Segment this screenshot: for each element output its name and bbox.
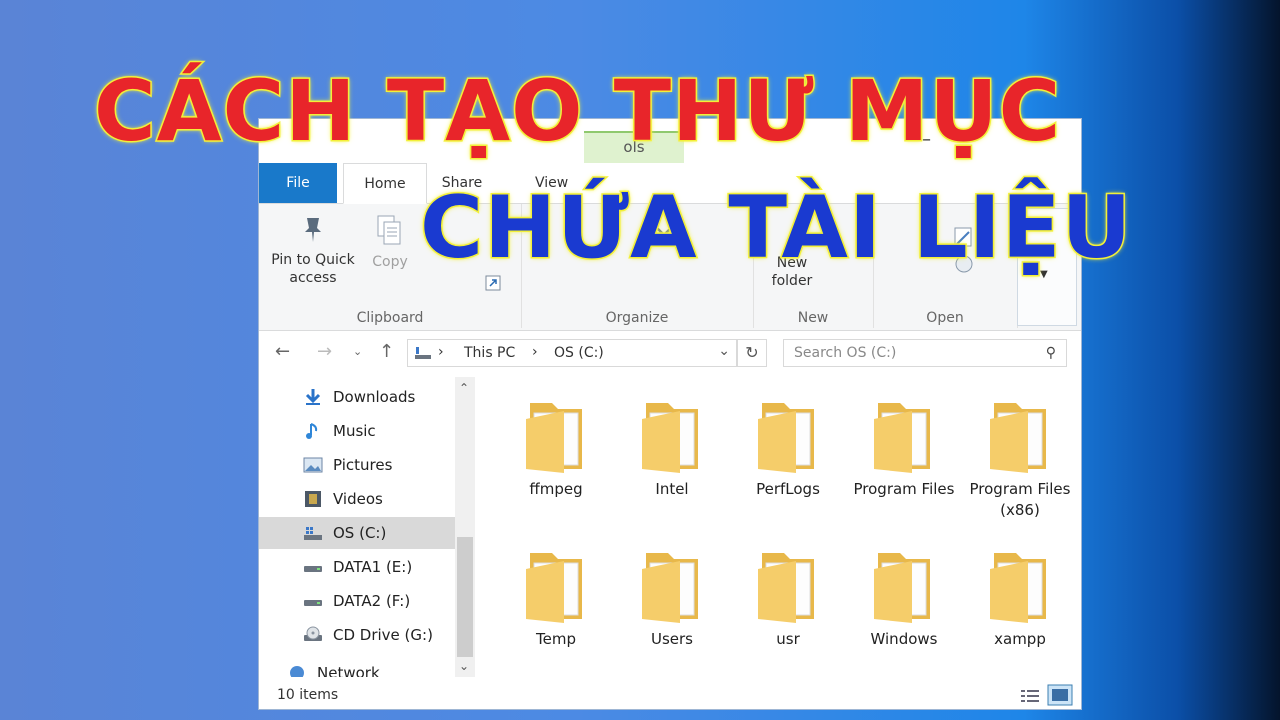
pin-label: Pin to Quick access <box>271 252 355 286</box>
music-note-icon <box>306 423 318 439</box>
drive-icon <box>304 566 322 572</box>
navigation-pane: Downloads Music Pictures Videos OS (C:) … <box>259 377 477 677</box>
nav-item-pictures[interactable]: Pictures <box>259 449 455 481</box>
cd-drive-icon <box>304 626 322 641</box>
folder-icon <box>988 547 1052 623</box>
view-toggle <box>1019 684 1073 709</box>
folder-name: ffmpeg <box>529 480 583 498</box>
search-placeholder: Search OS (C:) <box>794 345 897 361</box>
windows-drive-icon <box>304 527 322 540</box>
folder-item[interactable]: Intel <box>617 377 727 500</box>
search-input[interactable]: Search OS (C:) ⚲ <box>783 339 1067 367</box>
folder-name: Temp <box>536 630 576 648</box>
drive-icon <box>304 600 322 606</box>
folder-name: Users <box>650 630 693 648</box>
nav-item-os-c[interactable]: OS (C:) <box>259 517 455 549</box>
folder-icon <box>756 547 820 623</box>
folder-name: Program Files (x86) <box>969 480 1071 519</box>
folder-item[interactable]: Temp <box>501 527 611 650</box>
folder-item[interactable]: PerfLogs <box>733 377 843 500</box>
address-row: ← → ⌄ ↑ › This PC › OS (C:) ⌄ ↻ Search O… <box>259 331 1081 375</box>
folder-name: Intel <box>655 480 689 498</box>
nav-label: Videos <box>333 490 383 508</box>
copy-icon <box>377 215 401 245</box>
forward-arrow-icon[interactable]: → <box>317 341 332 362</box>
open-label: Open <box>926 310 964 326</box>
headline-line-1: CÁCH TẠO THƯ MỤC <box>92 61 1062 162</box>
download-arrow-icon <box>305 389 321 405</box>
nav-item-data2-f[interactable]: DATA2 (F:) <box>259 585 455 617</box>
nav-label: Pictures <box>333 456 393 474</box>
nav-item-network[interactable]: Network <box>259 657 439 677</box>
address-dropdown-icon[interactable]: ⌄ <box>718 343 730 359</box>
picture-icon <box>303 457 323 473</box>
folder-name: Windows <box>870 630 938 648</box>
folder-item[interactable]: ffmpeg <box>501 377 611 500</box>
breadcrumb-separator-icon: › <box>532 344 538 360</box>
scroll-down-icon[interactable]: ⌄ <box>459 659 469 673</box>
nav-label: DATA2 (F:) <box>333 592 411 610</box>
folder-name: xampp <box>994 630 1046 648</box>
clipboard-label: Clipboard <box>356 310 424 326</box>
folder-name: Program Files <box>853 480 955 498</box>
folder-item[interactable]: Program Files (x86) <box>965 377 1075 521</box>
nav-label: CD Drive (G:) <box>333 626 433 644</box>
nav-item-cd-drive-g[interactable]: CD Drive (G:) <box>259 619 455 651</box>
folder-item[interactable]: xampp <box>965 527 1075 650</box>
refresh-button[interactable]: ↻ <box>737 339 767 367</box>
recent-dropdown-icon[interactable]: ⌄ <box>353 345 362 358</box>
address-bar[interactable]: › This PC › OS (C:) ⌄ <box>407 339 737 367</box>
nav-item-music[interactable]: Music <box>259 415 455 447</box>
folder-icon <box>988 397 1052 473</box>
status-bar: 10 items <box>259 679 1081 709</box>
folder-item[interactable]: Windows <box>849 527 959 650</box>
folder-icon <box>524 397 588 473</box>
copy-label: Copy <box>372 254 408 270</box>
folder-item[interactable]: usr <box>733 527 843 650</box>
tab-file[interactable]: File <box>259 163 337 203</box>
scroll-thumb[interactable] <box>457 537 473 657</box>
scroll-up-icon[interactable]: ⌃ <box>459 381 469 395</box>
breadcrumb-this-pc[interactable]: This PC <box>464 345 515 361</box>
headline-line-2: CHỨA TÀI LIỆU <box>418 177 1133 280</box>
item-count: 10 items <box>277 687 339 703</box>
new-label: New <box>797 310 829 326</box>
nav-scrollbar[interactable]: ⌃ ⌄ <box>455 377 475 677</box>
nav-label: Music <box>333 422 376 440</box>
breadcrumb-separator-icon: › <box>438 344 444 360</box>
file-list: ffmpeg Intel PerfLogs Program Files Program … <box>483 377 1081 677</box>
nav-item-data1-e[interactable]: DATA1 (E:) <box>259 551 455 583</box>
copy-button[interactable]: Copy <box>365 214 415 271</box>
folder-item[interactable]: Program Files <box>849 377 959 500</box>
large-icons-view-icon[interactable] <box>1047 684 1073 706</box>
folder-icon <box>640 397 704 473</box>
this-pc-icon <box>415 347 431 359</box>
folder-icon <box>872 547 936 623</box>
network-icon <box>290 666 304 677</box>
folder-name: PerfLogs <box>756 480 820 498</box>
nav-label: OS (C:) <box>333 524 387 542</box>
breadcrumb-os-c[interactable]: OS (C:) <box>554 345 604 361</box>
tab-home[interactable]: Home <box>343 163 427 204</box>
up-arrow-icon[interactable]: ↑ <box>379 341 394 362</box>
nav-label: Network <box>317 664 380 677</box>
film-icon <box>305 491 321 507</box>
folder-icon <box>872 397 936 473</box>
folder-icon <box>524 547 588 623</box>
nav-label: Downloads <box>333 388 416 406</box>
nav-item-videos[interactable]: Videos <box>259 483 455 515</box>
nav-label: DATA1 (E:) <box>333 558 413 576</box>
pin-quick-access-button[interactable]: Pin to Quick access <box>267 214 359 287</box>
back-arrow-icon[interactable]: ← <box>275 341 290 362</box>
folder-name: usr <box>776 630 800 648</box>
nav-item-downloads[interactable]: Downloads <box>259 381 455 413</box>
details-view-icon[interactable] <box>1019 686 1043 706</box>
folder-icon <box>640 547 704 623</box>
search-icon: ⚲ <box>1045 345 1056 361</box>
organize-label: Organize <box>605 310 669 326</box>
pin-icon <box>305 218 321 242</box>
folder-icon <box>756 397 820 473</box>
folder-item[interactable]: Users <box>617 527 727 650</box>
